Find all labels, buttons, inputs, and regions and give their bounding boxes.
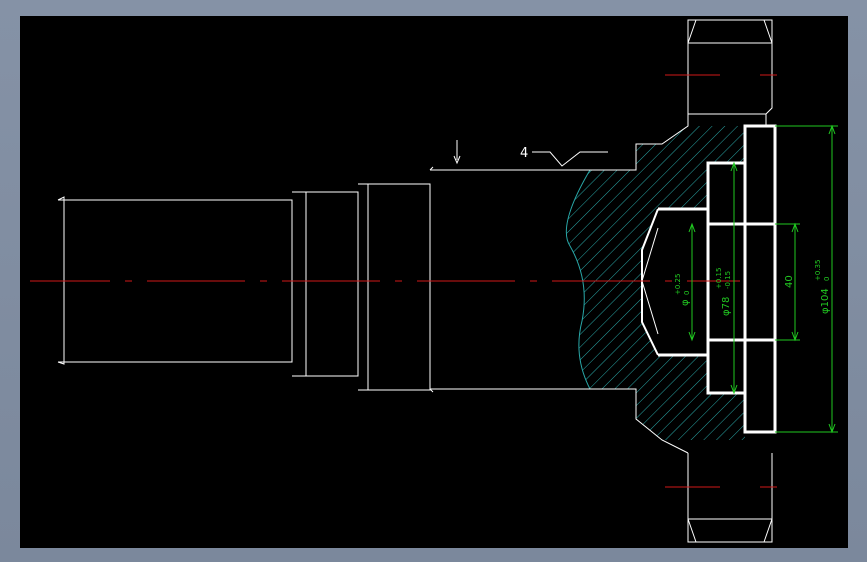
dim-d1-lower: 0: [683, 291, 691, 295]
cad-drawing-viewport[interactable]: 4 φ +0.25 0 φ78 +0.15 -0.15 40 φ104 +0.3…: [20, 16, 848, 548]
dim-d4-upper: +0.35: [814, 260, 822, 281]
dim-d2-lower: -0.15: [724, 271, 732, 289]
dim-d2-main: φ78: [721, 297, 732, 316]
dim-d2-upper: +0.15: [715, 268, 723, 289]
dim-d4-lower: 0: [823, 277, 831, 281]
dimension-d3: 40: [784, 275, 795, 288]
surface-finish-symbol: [453, 140, 608, 167]
dimension-d4: φ104 +0.35 0: [814, 260, 831, 314]
dimension-d1: φ +0.25 0: [674, 274, 691, 306]
dim-d1-main: φ: [680, 299, 691, 306]
shaft-drawing: 4 φ +0.25 0 φ78 +0.15 -0.15 40 φ104 +0.3…: [30, 19, 838, 543]
dim-d3-main: 40: [784, 275, 795, 288]
dim-d1-upper: +0.25: [674, 274, 682, 295]
surface-mark-label: 4: [520, 146, 528, 161]
dimension-d2: φ78 +0.15 -0.15: [715, 268, 732, 316]
dim-d4-main: φ104: [820, 288, 831, 314]
